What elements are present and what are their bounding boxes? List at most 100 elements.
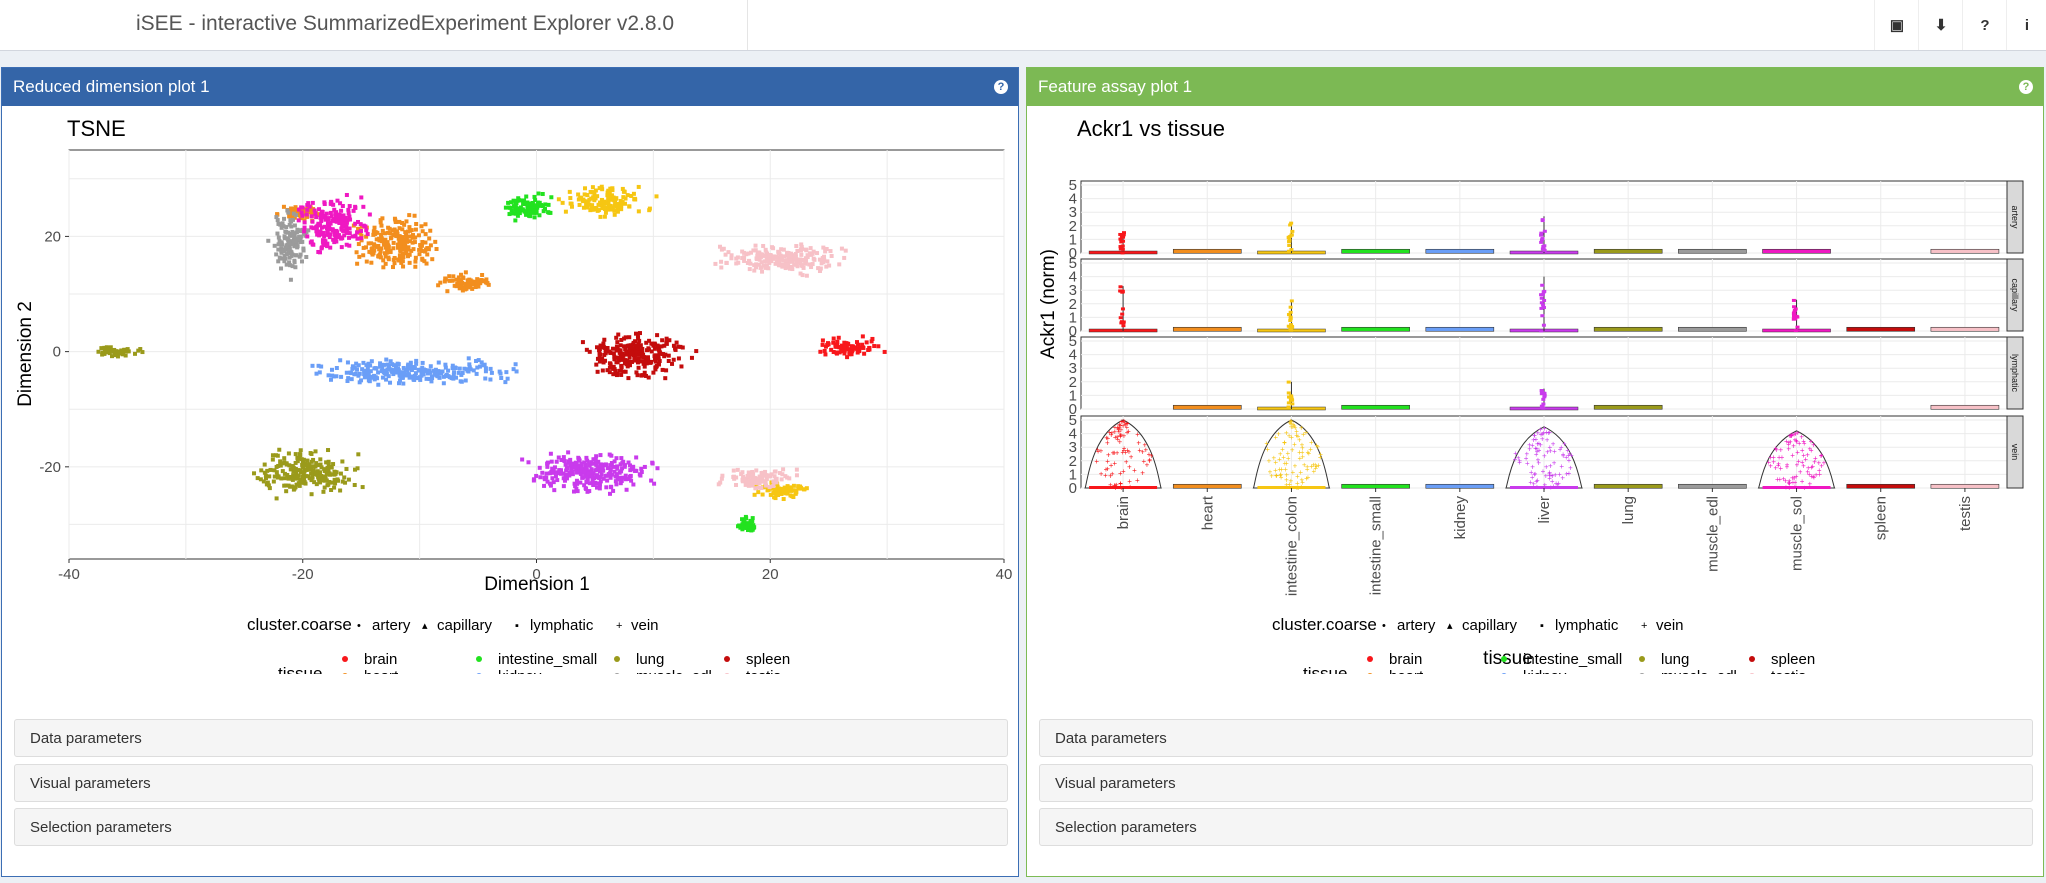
point [1540, 390, 1545, 394]
point-lung [277, 447, 282, 452]
data-parameters-toggle[interactable]: Data parameters [14, 719, 1008, 757]
point-muscle_sol [364, 228, 369, 233]
point [1793, 307, 1798, 311]
point-testis [825, 259, 830, 264]
help-button[interactable]: ? [1962, 0, 2007, 50]
point: + [1301, 430, 1306, 439]
panel-help-icon[interactable]: ? [994, 80, 1008, 94]
legend-shape-glyph: ▴ [422, 620, 428, 632]
tsne-plot[interactable]: TSNE -40 -20 0 20 40200-20 Dimension 1 Dimen… [2, 106, 1018, 674]
point: + [1284, 476, 1289, 485]
point: + [1766, 458, 1771, 467]
point-muscle_edl [282, 216, 287, 221]
point-heart [412, 213, 417, 218]
point-spleen [646, 375, 651, 380]
point-lung [286, 483, 291, 488]
point [1791, 314, 1796, 318]
legend-shape-title: cluster.coarse [247, 615, 352, 634]
point-intestine_small [749, 528, 754, 533]
point-testis [750, 479, 755, 484]
point: + [1108, 472, 1113, 481]
point-intestine_colon [591, 190, 596, 195]
point-intestine_colon [610, 205, 615, 210]
point-intestine_colon [598, 214, 603, 219]
point-heart [369, 241, 374, 246]
point-kidney [319, 364, 324, 369]
panel-help-icon[interactable]: ? [2019, 80, 2033, 94]
point-liver [542, 475, 547, 480]
point: + [1132, 466, 1137, 475]
point-testis [784, 258, 789, 263]
point [1289, 233, 1294, 237]
y-tick-label: 20 [44, 228, 61, 245]
legend-color-label: testis [746, 668, 781, 674]
point-brain [862, 351, 867, 356]
selection-parameters-toggle[interactable]: Selection parameters [14, 808, 1008, 846]
point-spleen [622, 344, 627, 349]
point-muscle_sol [351, 208, 356, 213]
point-brain [860, 342, 865, 347]
visual-parameters-toggle[interactable]: Visual parameters [14, 764, 1008, 802]
point-testis [760, 479, 765, 484]
point-heart [443, 276, 448, 281]
point: + [1127, 447, 1132, 456]
point [1286, 249, 1291, 253]
point-heart [478, 281, 483, 286]
point-testis [803, 247, 808, 252]
point-testis [822, 254, 827, 259]
point-testis [799, 244, 804, 249]
point: + [1099, 446, 1104, 455]
point-kidney [421, 372, 426, 377]
info-button[interactable]: i [2006, 0, 2046, 50]
point-liver [631, 482, 636, 487]
point-liver [545, 461, 550, 466]
data-parameters-toggle[interactable]: Data parameters [1039, 719, 2033, 757]
point-heart [367, 249, 372, 254]
point-liver [612, 459, 617, 464]
point-heart [413, 264, 418, 269]
visual-parameters-toggle[interactable]: Visual parameters [1039, 764, 2033, 802]
point-muscle_edl [278, 222, 283, 227]
violin [1930, 248, 2000, 254]
point-spleen [623, 335, 628, 340]
point-muscle_edl [304, 254, 309, 259]
point-heart [447, 274, 452, 279]
point-intestine_colon [583, 186, 588, 191]
point-testis [777, 258, 782, 263]
point-spleen [611, 366, 616, 371]
point-heart [356, 242, 361, 247]
point-spleen [671, 357, 676, 362]
point-lung [96, 349, 101, 354]
point [1541, 406, 1546, 410]
point-kidney [465, 368, 470, 373]
point-kidney [420, 365, 425, 370]
point-testis [815, 251, 820, 256]
point-spleen [598, 352, 603, 357]
point-testis [754, 256, 759, 261]
point-spleen [623, 369, 628, 374]
point-muscle_sol [317, 250, 322, 255]
point-heart [372, 225, 377, 230]
point-brain [860, 334, 865, 339]
point-lung [340, 459, 345, 464]
selection-parameters-toggle[interactable]: Selection parameters [1039, 808, 2033, 846]
point-lung [333, 481, 338, 486]
point: + [1302, 460, 1307, 469]
point-kidney [348, 370, 353, 375]
point-lung [329, 480, 334, 485]
point-intestine_colon [568, 196, 573, 201]
point-kidney [401, 371, 406, 376]
point-spleen [587, 349, 592, 354]
point-brain [855, 350, 860, 355]
download-button[interactable]: ⬇ [1918, 0, 1963, 50]
point-liver [520, 457, 525, 462]
point-liver [626, 476, 631, 481]
point [1541, 402, 1546, 406]
violin [1930, 483, 2000, 489]
violin-plot[interactable]: Ackr1 vs tissue 012345artery012345capill… [1027, 106, 2043, 674]
point [1118, 245, 1123, 249]
point [1542, 244, 1547, 248]
export-image-button[interactable]: ▣ [1874, 0, 1919, 50]
point-intestine_colon [597, 186, 602, 191]
point-muscle_sol [320, 215, 325, 220]
